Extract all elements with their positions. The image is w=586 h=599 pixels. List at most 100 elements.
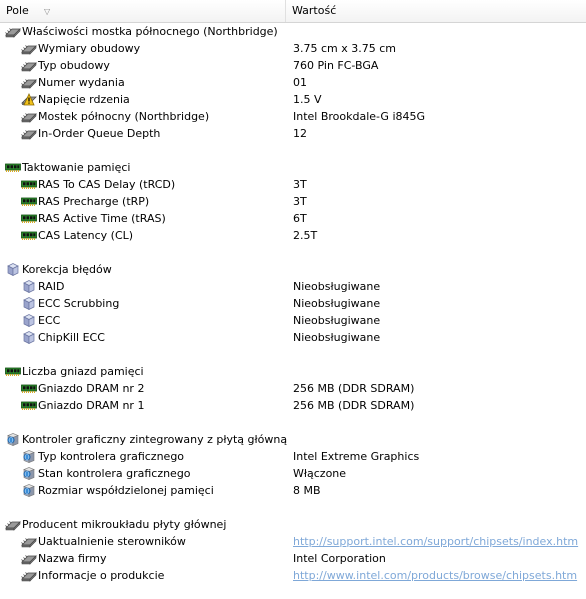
property-value: Włączone xyxy=(293,467,347,480)
display-adapter-icon xyxy=(21,467,37,480)
column-header-value-label: Wartość xyxy=(292,4,337,17)
section-header[interactable]: Kontroler graficzny zintegrowany z płytą… xyxy=(0,431,586,448)
property-value: 3T xyxy=(293,195,307,208)
property-label: Mostek północny (Northbridge) xyxy=(38,110,210,123)
property-row[interactable]: Wymiary obudowy 3.75 cm x 3.75 cm xyxy=(0,40,586,57)
property-row[interactable]: Informacje o produkcie http://www.intel.c… xyxy=(0,567,586,584)
chip-icon xyxy=(21,110,37,123)
memory-module-icon xyxy=(5,365,21,378)
memory-module-icon xyxy=(21,399,37,412)
memory-module-icon xyxy=(21,212,37,225)
property-value: 3.75 cm x 3.75 cm xyxy=(293,42,397,55)
property-row[interactable]: Gniazdo DRAM nr 1 256 MB (DDR SDRAM) xyxy=(0,397,586,414)
property-label: ECC Scrubbing xyxy=(38,297,120,310)
property-label: Numer wydania xyxy=(38,76,125,89)
property-value: Nieobsługiwane xyxy=(293,280,381,293)
cube-icon xyxy=(21,314,37,328)
property-label: RAS Active Time (tRAS) xyxy=(38,212,166,225)
property-row[interactable]: Typ kontrolera graficznego Intel Extreme … xyxy=(0,448,586,465)
chip-icon xyxy=(21,76,37,89)
property-row[interactable]: RAS Precharge (tRP) 3T xyxy=(0,193,586,210)
property-label: RAS To CAS Delay (tRCD) xyxy=(38,178,176,191)
chip-icon xyxy=(21,42,37,55)
section-header[interactable]: Taktowanie pamięci xyxy=(0,159,586,176)
voltage-warning-icon xyxy=(21,93,37,106)
property-row[interactable]: ECC Nieobsługiwane xyxy=(0,312,586,329)
property-value: Nieobsługiwane xyxy=(293,297,381,310)
property-row[interactable]: In-Order Queue Depth 12 xyxy=(0,125,586,142)
section-header[interactable]: Korekcja błędów xyxy=(0,261,586,278)
section-title: Producent mikroukładu płyty głównej xyxy=(22,518,227,531)
memory-module-icon xyxy=(21,229,37,242)
property-row[interactable]: RAS Active Time (tRAS) 6T xyxy=(0,210,586,227)
property-row[interactable]: Mostek północny (Northbridge) Intel Brook… xyxy=(0,108,586,125)
property-value: 3T xyxy=(293,178,307,191)
column-header-field[interactable]: Pole ▽ xyxy=(0,0,286,22)
property-row[interactable]: Typ obudowy 760 Pin FC-BGA xyxy=(0,57,586,74)
cube-icon xyxy=(21,297,37,311)
property-value: 12 xyxy=(293,127,307,140)
section-title: Kontroler graficzny zintegrowany z płytą… xyxy=(22,433,288,446)
property-value: 8 MB xyxy=(293,484,321,497)
display-adapter-icon xyxy=(21,484,37,497)
property-value: Intel Corporation xyxy=(293,552,386,565)
property-value: 256 MB (DDR SDRAM) xyxy=(293,399,415,412)
property-label: In-Order Queue Depth xyxy=(38,127,161,140)
property-label: Stan kontrolera graficznego xyxy=(38,467,191,480)
property-row[interactable]: Napięcie rdzenia 1.5 V xyxy=(0,91,586,108)
display-adapter-icon xyxy=(21,450,37,463)
property-label: RAS Precharge (tRP) xyxy=(38,195,150,208)
section-title: Korekcja błędów xyxy=(22,263,112,276)
property-label: Napięcie rdzenia xyxy=(38,93,130,106)
property-row[interactable]: CAS Latency (CL) 2.5T xyxy=(0,227,586,244)
property-value: 760 Pin FC-BGA xyxy=(293,59,379,72)
chip-icon xyxy=(21,552,37,565)
section-header[interactable]: Właściwości mostka północnego (Northbrid… xyxy=(0,23,586,40)
cube-icon xyxy=(21,280,37,294)
property-row[interactable]: Uaktualnienie sterowników http://support.… xyxy=(0,533,586,550)
property-list: Właściwości mostka północnego (Northbrid… xyxy=(0,23,586,584)
property-link[interactable]: http://support.intel.com/support/chipset… xyxy=(293,533,578,550)
chip-icon xyxy=(21,535,37,548)
column-header-field-label: Pole xyxy=(6,4,29,17)
property-value: Nieobsługiwane xyxy=(293,314,381,327)
cube-icon xyxy=(21,331,37,345)
section-header[interactable]: Producent mikroukładu płyty głównej xyxy=(0,516,586,533)
property-row[interactable]: Nazwa firmy Intel Corporation xyxy=(0,550,586,567)
property-row[interactable]: Gniazdo DRAM nr 2 256 MB (DDR SDRAM) xyxy=(0,380,586,397)
property-row[interactable]: Stan kontrolera graficznego Włączone xyxy=(0,465,586,482)
property-row[interactable]: Rozmiar współdzielonej pamięci 8 MB xyxy=(0,482,586,499)
property-label: ECC xyxy=(38,314,61,327)
property-row[interactable]: ChipKill ECC Nieobsługiwane xyxy=(0,329,586,346)
property-value: Intel Brookdale-G i845G xyxy=(293,110,426,123)
section-title: Liczba gniazd pamięci xyxy=(22,365,144,378)
property-label: ChipKill ECC xyxy=(38,331,105,344)
property-value: 256 MB (DDR SDRAM) xyxy=(293,382,415,395)
sort-arrow-icon: ▽ xyxy=(44,7,51,16)
property-value: 1.5 V xyxy=(293,93,322,106)
property-value: 2.5T xyxy=(293,229,318,242)
property-label: Rozmiar współdzielonej pamięci xyxy=(38,484,214,497)
chip-icon xyxy=(5,518,21,531)
property-value: 6T xyxy=(293,212,307,225)
memory-module-icon xyxy=(21,178,37,191)
memory-module-icon xyxy=(21,195,37,208)
property-label: RAID xyxy=(38,280,65,293)
property-label: Typ obudowy xyxy=(38,59,110,72)
property-row[interactable]: Numer wydania 01 xyxy=(0,74,586,91)
section-header[interactable]: Liczba gniazd pamięci xyxy=(0,363,586,380)
column-header: Pole ▽ Wartość xyxy=(0,0,586,23)
property-row[interactable]: RAS To CAS Delay (tRCD) 3T xyxy=(0,176,586,193)
property-link[interactable]: http://www.intel.com/products/browse/chi… xyxy=(293,567,577,584)
cube-icon xyxy=(5,263,21,277)
property-row[interactable]: ECC Scrubbing Nieobsługiwane xyxy=(0,295,586,312)
chip-icon xyxy=(21,569,37,582)
column-header-value[interactable]: Wartość xyxy=(286,0,586,22)
property-row[interactable]: RAID Nieobsługiwane xyxy=(0,278,586,295)
memory-module-icon xyxy=(21,382,37,395)
property-value: 01 xyxy=(293,76,307,89)
property-label: Nazwa firmy xyxy=(38,552,107,565)
